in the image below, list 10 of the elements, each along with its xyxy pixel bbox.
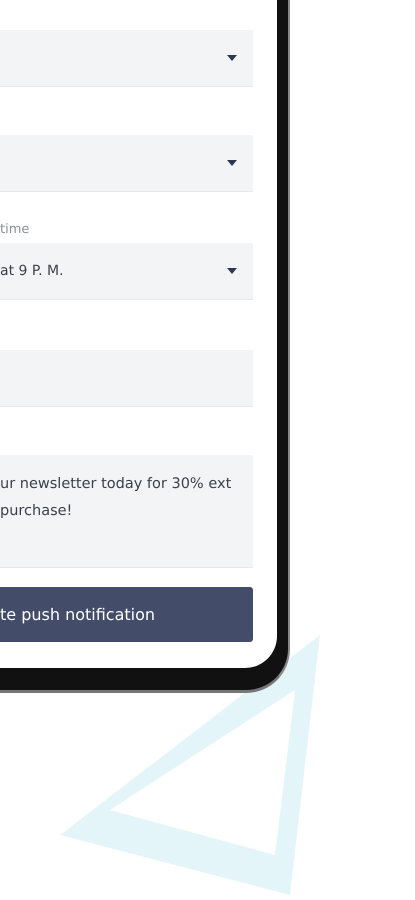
- dropdown-field[interactable]: [0, 30, 253, 87]
- dropdown-field[interactable]: at 9 P. M.: [0, 243, 253, 300]
- message-field[interactable]: ur newsletter today for 30% ext purchase!: [0, 455, 253, 568]
- caret-icon: [227, 268, 237, 274]
- caret-icon: [227, 55, 237, 61]
- dropdown-field[interactable]: [0, 135, 253, 192]
- create-notification-button[interactable]: te push notification: [0, 587, 253, 642]
- caret-icon: [227, 160, 237, 166]
- field-label: time: [0, 222, 30, 237]
- input-field[interactable]: [0, 350, 253, 407]
